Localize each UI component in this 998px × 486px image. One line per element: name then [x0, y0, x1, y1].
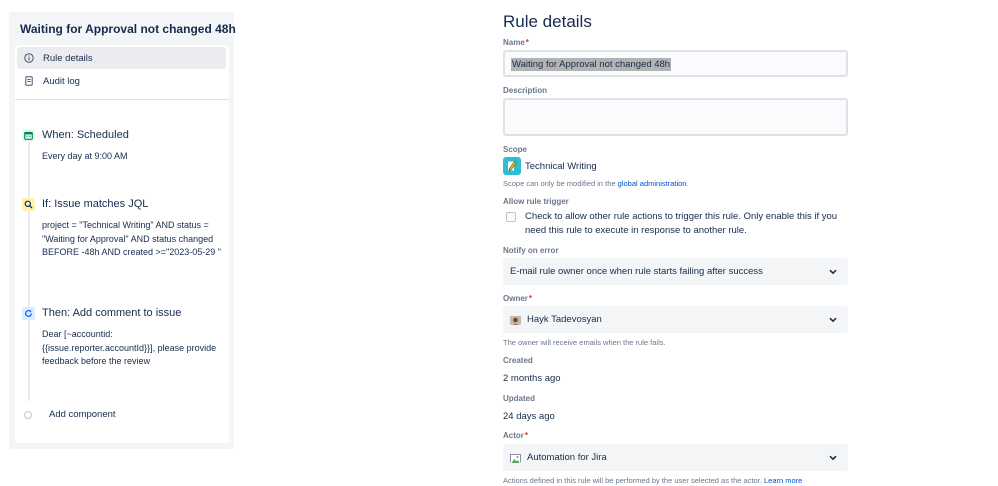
actor-select[interactable]: Automation for Jira — [503, 444, 848, 471]
component-trigger[interactable]: When: Scheduled Every day at 9:00 AM — [21, 128, 221, 164]
chevron-down-icon — [828, 267, 838, 277]
divider — [15, 99, 229, 100]
owner-helper-text: The owner will receive emails when the r… — [503, 338, 666, 347]
name-field-value: Waiting for Approval not changed 48h — [511, 58, 672, 71]
scope-helper-text: Scope can only be modified in the global… — [503, 179, 689, 188]
created-label: Created — [503, 356, 533, 365]
component-condition[interactable]: If: Issue matches JQL project = "Technic… — [21, 197, 221, 260]
actor-label: Actor* — [503, 431, 529, 440]
broken-image-icon — [510, 452, 521, 463]
global-administration-link[interactable]: global administration — [618, 179, 687, 188]
updated-label: Updated — [503, 394, 535, 403]
scope-label: Scope — [503, 145, 528, 154]
refresh-icon — [22, 306, 35, 320]
description-label: Description — [503, 86, 548, 95]
component-trigger-title: When: Scheduled — [42, 129, 129, 141]
required-mark: * — [525, 38, 529, 47]
learn-more-link[interactable]: Learn more — [764, 476, 802, 485]
info-icon — [24, 53, 34, 63]
nav-rule-details[interactable]: Rule details — [17, 47, 226, 69]
name-label: Name* — [503, 38, 529, 47]
chevron-down-icon — [828, 453, 838, 463]
component-action-title: Then: Add comment to issue — [42, 307, 182, 319]
component-condition-title: If: Issue matches JQL — [42, 198, 149, 210]
page-title: Rule details — [503, 12, 592, 31]
owner-label: Owner* — [503, 294, 533, 303]
component-condition-description: project = "Technical Writing" AND status… — [42, 220, 221, 257]
notify-on-error-value: E-mail rule owner once when rule starts … — [510, 266, 763, 277]
actor-value: Automation for Jira — [527, 452, 607, 463]
allow-trigger-row: Check to allow other rule actions to tri… — [506, 210, 848, 238]
component-trigger-description: Every day at 9:00 AM — [42, 151, 128, 161]
nav-audit-log[interactable]: Audit log — [17, 70, 226, 92]
description-field[interactable] — [503, 98, 848, 136]
scope-value: Technical Writing — [503, 157, 597, 175]
scope-name: Technical Writing — [525, 160, 597, 172]
nav-audit-log-label: Audit log — [43, 75, 80, 87]
add-component-label: Add component — [49, 409, 116, 420]
notify-on-error-select[interactable]: E-mail rule owner once when rule starts … — [503, 258, 848, 285]
allow-trigger-text: Check to allow other rule actions to tri… — [525, 211, 838, 236]
owner-select[interactable]: Hayk Tadevosyan — [503, 306, 848, 333]
chevron-down-icon — [828, 315, 838, 325]
name-field[interactable]: Waiting for Approval not changed 48h — [503, 50, 848, 77]
rule-title: Waiting for Approval not changed 48h — [20, 22, 236, 36]
rule-navigation-panel: Rule details Audit log When: Scheduled E… — [15, 45, 229, 443]
calendar-icon — [22, 128, 35, 142]
updated-value: 24 days ago — [503, 411, 555, 422]
project-avatar-icon — [503, 157, 521, 175]
allow-trigger-label: Allow rule trigger — [503, 197, 569, 206]
owner-value: Hayk Tadevosyan — [527, 314, 602, 325]
search-icon — [22, 197, 35, 211]
add-component-button[interactable]: Add component — [24, 409, 116, 420]
component-action[interactable]: Then: Add comment to issue Dear [~accoun… — [21, 306, 221, 369]
actor-helper-text: Actions defined in this rule will be per… — [503, 476, 803, 485]
document-icon — [24, 76, 34, 86]
user-avatar — [510, 314, 521, 325]
component-action-description: Dear [~accountid: {{issue.reporter.accou… — [42, 329, 217, 366]
notify-label: Notify on error — [503, 246, 559, 255]
created-value: 2 months ago — [503, 373, 561, 384]
add-component-dot-icon — [24, 410, 32, 419]
nav-rule-details-label: Rule details — [43, 52, 93, 64]
rule-sidebar: Waiting for Approval not changed 48h Rul… — [9, 12, 236, 449]
allow-trigger-checkbox[interactable] — [506, 212, 516, 222]
